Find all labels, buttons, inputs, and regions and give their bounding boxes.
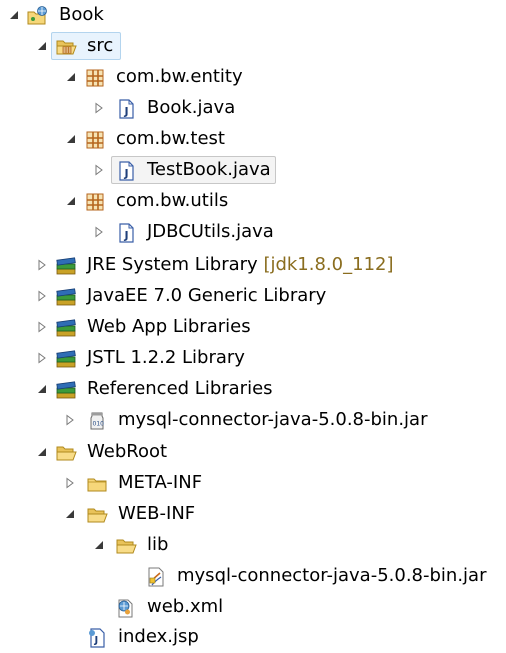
collapse-toggle-icon[interactable] bbox=[36, 446, 48, 458]
library-icon bbox=[55, 286, 77, 308]
jar-file-icon bbox=[145, 566, 167, 588]
tree-node-label: web.xml bbox=[147, 596, 224, 617]
package-explorer-tree: Book src com.bw.entity Book.java com.bw.… bbox=[0, 0, 506, 653]
source-folder-icon bbox=[55, 36, 77, 58]
collapse-toggle-icon[interactable] bbox=[36, 383, 48, 395]
collapse-toggle-icon[interactable] bbox=[65, 195, 77, 207]
tree-node-label: TestBook.java bbox=[147, 159, 271, 180]
tree-node-meta-inf[interactable]: META-INF bbox=[0, 468, 506, 499]
expand-toggle-icon[interactable] bbox=[93, 164, 105, 176]
tree-node-label: Referenced Libraries bbox=[87, 378, 273, 399]
collapse-toggle-icon[interactable] bbox=[65, 133, 77, 145]
collapse-toggle-icon[interactable] bbox=[8, 9, 20, 21]
tree-node-label: JavaEE 7.0 Generic Library bbox=[87, 285, 327, 306]
library-icon bbox=[55, 255, 77, 277]
tree-node-file-testbook-java[interactable]: TestBook.java bbox=[0, 155, 506, 186]
tree-node-file-book-java[interactable]: Book.java bbox=[0, 93, 506, 124]
open-folder-icon bbox=[115, 535, 137, 557]
tree-node-label: JDBCUtils.java bbox=[147, 221, 274, 242]
open-folder-icon bbox=[55, 442, 77, 464]
jsp-file-icon bbox=[86, 627, 108, 649]
tree-node-web-xml[interactable]: web.xml bbox=[0, 592, 506, 623]
tree-node-web-inf[interactable]: WEB-INF bbox=[0, 499, 506, 530]
library-icon bbox=[55, 348, 77, 370]
library-icon bbox=[55, 317, 77, 339]
tree-node-label: com.bw.entity bbox=[116, 66, 243, 87]
tree-node-javaee-library[interactable]: JavaEE 7.0 Generic Library bbox=[0, 281, 506, 312]
tree-node-package-test[interactable]: com.bw.test bbox=[0, 124, 506, 155]
tree-node-label: WEB-INF bbox=[118, 503, 196, 524]
tree-node-label: Web App Libraries bbox=[87, 316, 251, 337]
tree-node-file-jdbcutils-java[interactable]: JDBCUtils.java bbox=[0, 217, 506, 248]
package-icon bbox=[84, 129, 106, 151]
java-file-icon bbox=[115, 222, 137, 244]
jar-icon bbox=[86, 410, 108, 432]
collapse-toggle-icon[interactable] bbox=[36, 40, 48, 52]
xml-file-icon bbox=[115, 597, 137, 619]
tree-node-label: mysql-connector-java-5.0.8-bin.jar bbox=[177, 565, 487, 586]
java-project-icon bbox=[27, 5, 49, 27]
expand-toggle-icon[interactable] bbox=[36, 290, 48, 302]
expand-toggle-icon[interactable] bbox=[36, 321, 48, 333]
java-file-icon bbox=[115, 98, 137, 120]
tree-node-lib[interactable]: lib bbox=[0, 530, 506, 561]
package-icon bbox=[84, 191, 106, 213]
expand-toggle-icon[interactable] bbox=[64, 477, 76, 489]
expand-toggle-icon[interactable] bbox=[93, 102, 105, 114]
tree-node-jre-system-library[interactable]: JRE System Library [jdk1.8.0_112] bbox=[0, 250, 506, 281]
tree-node-referenced-mysql-jar[interactable]: mysql-connector-java-5.0.8-bin.jar bbox=[0, 405, 506, 436]
collapse-toggle-icon[interactable] bbox=[93, 539, 105, 551]
tree-node-label: JRE System Library [jdk1.8.0_112] bbox=[87, 254, 394, 276]
collapse-toggle-icon[interactable] bbox=[64, 508, 76, 520]
tree-node-lib-mysql-jar[interactable]: mysql-connector-java-5.0.8-bin.jar bbox=[0, 561, 506, 592]
tree-node-label: lib bbox=[147, 534, 169, 555]
tree-node-label: com.bw.utils bbox=[116, 190, 229, 211]
tree-node-label: JSTL 1.2.2 Library bbox=[87, 347, 245, 368]
java-file-icon bbox=[115, 160, 137, 182]
tree-node-label: mysql-connector-java-5.0.8-bin.jar bbox=[118, 409, 428, 430]
library-name: JRE System Library bbox=[87, 254, 258, 275]
expand-toggle-icon[interactable] bbox=[93, 226, 105, 238]
tree-node-web-app-libraries[interactable]: Web App Libraries bbox=[0, 312, 506, 343]
collapse-toggle-icon[interactable] bbox=[65, 71, 77, 83]
tree-node-label: META-INF bbox=[118, 472, 203, 493]
tree-node-webroot[interactable]: WebRoot bbox=[0, 437, 506, 468]
tree-node-label: Book.java bbox=[147, 97, 236, 118]
tree-node-package-entity[interactable]: com.bw.entity bbox=[0, 62, 506, 93]
package-icon bbox=[84, 67, 106, 89]
tree-node-referenced-libraries[interactable]: Referenced Libraries bbox=[0, 374, 506, 405]
folder-icon bbox=[86, 473, 108, 495]
tree-node-index-jsp[interactable]: index.jsp bbox=[0, 622, 506, 653]
tree-node-label: WebRoot bbox=[87, 441, 168, 462]
open-folder-icon bbox=[86, 504, 108, 526]
tree-node-package-utils[interactable]: com.bw.utils bbox=[0, 186, 506, 217]
jdk-version-decoration: [jdk1.8.0_112] bbox=[263, 254, 394, 275]
tree-node-label: src bbox=[87, 35, 114, 56]
tree-node-jstl-library[interactable]: JSTL 1.2.2 Library bbox=[0, 343, 506, 374]
expand-toggle-icon[interactable] bbox=[36, 259, 48, 271]
tree-node-src[interactable]: src bbox=[0, 31, 506, 62]
tree-node-label: index.jsp bbox=[118, 626, 199, 647]
expand-toggle-icon[interactable] bbox=[36, 352, 48, 364]
expand-toggle-icon[interactable] bbox=[64, 414, 76, 426]
library-icon bbox=[55, 379, 77, 401]
tree-node-project-book[interactable]: Book bbox=[0, 0, 506, 31]
tree-node-label: com.bw.test bbox=[116, 128, 225, 149]
tree-node-label: Book bbox=[59, 4, 104, 25]
